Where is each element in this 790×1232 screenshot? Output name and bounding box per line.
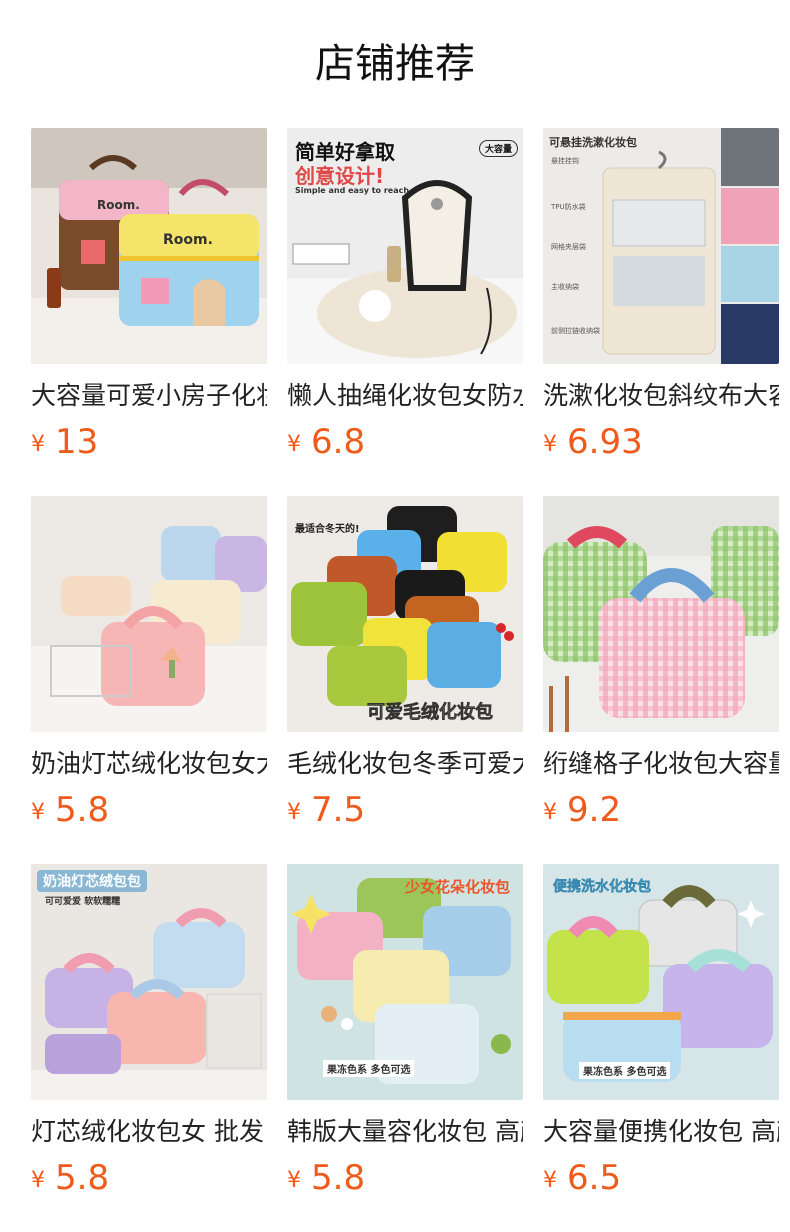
product-card[interactable]: 绗缝格子化妆包大容量 ¥9.2 xyxy=(543,496,779,832)
product-image[interactable]: 少女花朵化妆包 果冻色系 多色可选 xyxy=(287,864,523,1100)
product-image[interactable] xyxy=(543,496,779,732)
image-caption: 网格夹层袋 xyxy=(551,243,586,251)
product-price: ¥6.5 xyxy=(543,1156,779,1200)
product-grid: Room. Room. 大容量可爱小房子化妆包 ¥13 xyxy=(31,128,779,1200)
image-headline: 便携洗水化妆包 xyxy=(553,879,652,896)
currency-symbol: ¥ xyxy=(31,432,45,457)
product-name[interactable]: 毛绒化妆包冬季可爱大容量 xyxy=(287,746,523,782)
product-price: ¥5.8 xyxy=(31,1156,267,1200)
image-caption: 前侧拉链收纳袋 xyxy=(551,327,600,335)
price-amount: 5.8 xyxy=(55,790,110,830)
product-image[interactable] xyxy=(31,496,267,732)
image-caption: 果冻色系 多色可选 xyxy=(323,1060,415,1077)
product-name[interactable]: 懒人抽绳化妆包女防水 xyxy=(287,378,523,414)
product-card[interactable]: 可悬挂洗漱化妆包 悬挂挂钩 TPU防水袋 网格夹层袋 主收纳袋 前侧拉链收纳袋 … xyxy=(543,128,779,464)
product-image[interactable]: Room. Room. xyxy=(31,128,267,364)
product-card[interactable]: 少女花朵化妆包 果冻色系 多色可选 韩版大量容化妆包 高颜值 ¥5.8 xyxy=(287,864,523,1200)
price-amount: 6.5 xyxy=(567,1158,622,1198)
currency-symbol: ¥ xyxy=(543,432,557,457)
store-recommendation-page: 店铺推荐 Room. Room. 大容量可爱小房子化 ¥ 13 简单好拿取 创意… xyxy=(0,0,790,1232)
product-image[interactable]: 最适合冬天的! 可爱毛绒化妆包 xyxy=(287,496,523,732)
price-amount: 7.5 xyxy=(311,790,366,830)
product-name[interactable]: 大容量便携化妆包 高颜值 xyxy=(543,1114,779,1150)
image-label: Room. xyxy=(97,198,140,212)
image-caption: 悬挂挂钩 xyxy=(551,157,579,165)
product-image[interactable]: 简单好拿取 创意设计! Simple and easy to reach 大容量 xyxy=(287,128,523,364)
product-price: ¥5.8 xyxy=(287,1156,523,1200)
product-card[interactable]: 最适合冬天的! 可爱毛绒化妆包 毛绒化妆包冬季可爱大容量 ¥7.5 xyxy=(287,496,523,832)
product-name[interactable]: 大容量可爱小房子化妆包 xyxy=(31,378,267,414)
currency-symbol: ¥ xyxy=(31,800,45,825)
price-amount: 9.2 xyxy=(567,790,622,830)
product-photo xyxy=(31,128,267,364)
product-name[interactable]: 韩版大量容化妆包 高颜值 xyxy=(287,1114,523,1150)
image-caption: 可可爱爱 软软糯糯 xyxy=(45,897,121,907)
image-label: 最适合冬天的! xyxy=(295,524,360,535)
image-headline: 少女花朵化妆包 xyxy=(405,878,511,896)
product-image[interactable]: 奶油灯芯绒包包 可可爱爱 软软糯糯 xyxy=(31,864,267,1100)
product-image[interactable]: 便携洗水化妆包 果冻色系 多色可选 xyxy=(543,864,779,1100)
product-name[interactable]: 灯芯绒化妆包女 批发 xyxy=(31,1114,267,1150)
product-card[interactable]: Room. Room. 大容量可爱小房子化妆包 ¥13 xyxy=(31,128,267,464)
currency-symbol: ¥ xyxy=(31,1168,45,1193)
image-headline: 可爱毛绒化妆包 xyxy=(367,702,494,724)
currency-symbol: ¥ xyxy=(543,1168,557,1193)
image-caption: 主收纳袋 xyxy=(551,283,579,291)
price-amount: 6.93 xyxy=(567,422,643,462)
product-name[interactable]: 洗漱化妆包斜纹布大容量 xyxy=(543,378,779,414)
image-caption: TPU防水袋 xyxy=(551,203,586,211)
product-name[interactable]: 绗缝格子化妆包大容量 xyxy=(543,746,779,782)
image-headline: 创意设计! xyxy=(295,164,385,188)
image-label: Room. xyxy=(163,232,213,248)
currency-symbol: ¥ xyxy=(287,432,301,457)
currency-symbol: ¥ xyxy=(287,1168,301,1193)
product-card[interactable]: 奶油灯芯绒包包 可可爱爱 软软糯糯 灯芯绒化妆包女 批发 ¥5.8 xyxy=(31,864,267,1200)
product-image[interactable]: 可悬挂洗漱化妆包 悬挂挂钩 TPU防水袋 网格夹层袋 主收纳袋 前侧拉链收纳袋 xyxy=(543,128,779,364)
price-amount: 5.8 xyxy=(55,1158,110,1198)
product-price: ¥9.2 xyxy=(543,788,779,832)
product-photo xyxy=(31,496,267,732)
currency-symbol: ¥ xyxy=(543,800,557,825)
image-headline: 可悬挂洗漱化妆包 xyxy=(549,136,637,149)
capacity-badge: 大容量 xyxy=(479,140,519,157)
product-price: ¥6.93 xyxy=(543,420,779,464)
product-name[interactable]: 奶油灯芯绒化妆包女大容量 xyxy=(31,746,267,782)
product-card[interactable]: 简单好拿取 创意设计! Simple and easy to reach 大容量… xyxy=(287,128,523,464)
product-photo xyxy=(543,496,779,732)
product-price: ¥13 xyxy=(31,420,267,464)
section-title: 店铺推荐 xyxy=(315,41,475,87)
product-card[interactable]: 奶油灯芯绒化妆包女大容量 ¥5.8 xyxy=(31,496,267,832)
product-price: ¥7.5 xyxy=(287,788,523,832)
currency-symbol: ¥ xyxy=(287,800,301,825)
product-price: ¥5.8 xyxy=(31,788,267,832)
image-caption: Simple and easy to reach xyxy=(295,186,410,195)
image-caption: 果冻色系 多色可选 xyxy=(579,1062,671,1079)
price-amount: 5.8 xyxy=(311,1158,366,1198)
product-card[interactable]: 便携洗水化妆包 果冻色系 多色可选 大容量便携化妆包 高颜值 ¥6.5 xyxy=(543,864,779,1200)
price-amount: 13 xyxy=(55,422,99,462)
price-amount: 6.8 xyxy=(311,422,366,462)
product-price: ¥6.8 xyxy=(287,420,523,464)
image-headline: 奶油灯芯绒包包 xyxy=(37,870,147,892)
